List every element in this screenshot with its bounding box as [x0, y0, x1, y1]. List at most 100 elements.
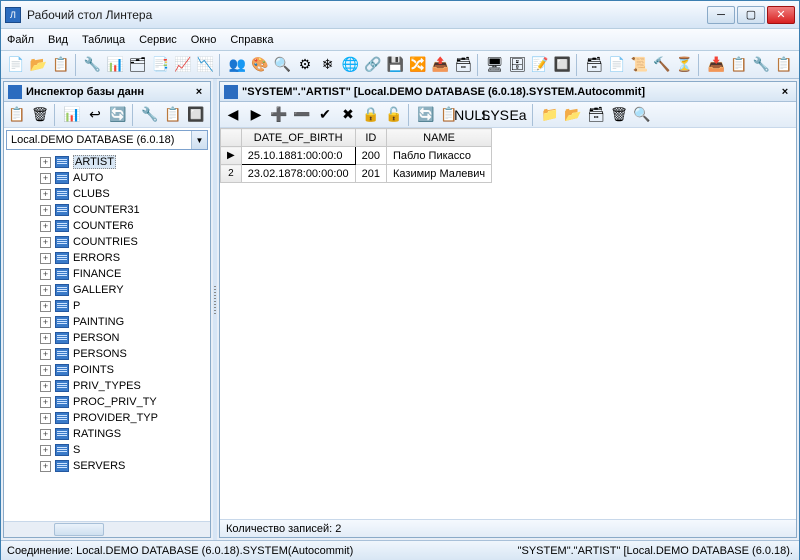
tree-item-servers[interactable]: +SERVERS — [6, 458, 208, 474]
tree-item-points[interactable]: +POINTS — [6, 362, 208, 378]
tree-item-auto[interactable]: +AUTO — [6, 170, 208, 186]
toolbar-button-5[interactable]: 🔧 — [139, 104, 161, 126]
toolbar-button-18[interactable]: 📤 — [430, 54, 452, 76]
toolbar-button-27[interactable]: 🔨 — [651, 54, 673, 76]
toolbar-button-5[interactable]: 🗂 — [127, 54, 149, 76]
toolbar-button-12[interactable]: Ea — [507, 104, 529, 126]
tree-item-provider_typ[interactable]: +PROVIDER_TYP — [6, 410, 208, 426]
toolbar-button-8[interactable]: 📉 — [195, 54, 217, 76]
tree-item-gallery[interactable]: +GALLERY — [6, 282, 208, 298]
toolbar-button-19[interactable]: 🗃 — [452, 54, 474, 76]
close-button[interactable]: ✕ — [767, 6, 795, 24]
tree-item-s[interactable]: +S — [6, 442, 208, 458]
expand-icon[interactable]: + — [40, 365, 51, 376]
expand-icon[interactable]: + — [40, 413, 51, 424]
toolbar-button-7[interactable]: 🔲 — [185, 104, 207, 126]
column-header-date_of_birth[interactable]: DATE_OF_BIRTH — [241, 129, 355, 147]
toolbar-button-0[interactable]: 📋 — [6, 104, 28, 126]
toolbar-button-15[interactable]: 🗃 — [585, 104, 607, 126]
toolbar-button-4[interactable]: ✔ — [314, 104, 336, 126]
menu-вид[interactable]: Вид — [48, 34, 68, 46]
toolbar-button-14[interactable]: 📂 — [562, 104, 584, 126]
toolbar-button-2[interactable]: 📋 — [50, 54, 72, 76]
expand-icon[interactable]: + — [40, 221, 51, 232]
cell[interactable]: 25.10.1881:00:00:0 — [241, 147, 355, 165]
table-tree[interactable]: +ARTIST+AUTO+CLUBS+COUNTER31+COUNTER6+CO… — [4, 152, 210, 521]
toolbar-button-14[interactable]: 🌐 — [339, 54, 361, 76]
toolbar-button-24[interactable]: 🗃 — [583, 54, 605, 76]
tree-item-counter31[interactable]: +COUNTER31 — [6, 202, 208, 218]
menu-таблица[interactable]: Таблица — [82, 34, 125, 46]
expand-icon[interactable]: + — [40, 461, 51, 472]
column-header-name[interactable]: NAME — [387, 129, 492, 147]
toolbar-button-3[interactable]: ↩ — [84, 104, 106, 126]
maximize-button[interactable]: ▢ — [737, 6, 765, 24]
table-row[interactable]: 223.02.1878:00:00:00201Казимир Малевич — [221, 165, 492, 183]
toolbar-button-28[interactable]: ⏳ — [674, 54, 696, 76]
table-row[interactable]: ▶25.10.1881:00:00:0200Пабло Пикассо — [221, 147, 492, 165]
tree-item-artist[interactable]: +ARTIST — [6, 154, 208, 170]
expand-icon[interactable]: + — [40, 333, 51, 344]
tree-item-proc_priv_ty[interactable]: +PROC_PRIV_TY — [6, 394, 208, 410]
expand-icon[interactable]: + — [40, 237, 51, 248]
toolbar-button-29[interactable]: 📥 — [705, 54, 727, 76]
cell[interactable]: 23.02.1878:00:00:00 — [241, 165, 355, 183]
toolbar-button-13[interactable]: ❄ — [317, 54, 339, 76]
column-header-id[interactable]: ID — [355, 129, 386, 147]
toolbar-button-7[interactable]: 📈 — [172, 54, 194, 76]
toolbar-button-6[interactable]: 📋 — [162, 104, 184, 126]
toolbar-button-11[interactable]: 🔍 — [272, 54, 294, 76]
toolbar-button-23[interactable]: 🔲 — [552, 54, 574, 76]
toolbar-button-25[interactable]: 📄 — [606, 54, 628, 76]
expand-icon[interactable]: + — [40, 157, 51, 168]
toolbar-button-12[interactable]: ⚙ — [294, 54, 316, 76]
expand-icon[interactable]: + — [40, 381, 51, 392]
toolbar-button-13[interactable]: 📁 — [539, 104, 561, 126]
toolbar-button-1[interactable]: ▶ — [245, 104, 267, 126]
cell[interactable]: 200 — [355, 147, 386, 165]
tree-item-person[interactable]: +PERSON — [6, 330, 208, 346]
tree-item-p[interactable]: +P — [6, 298, 208, 314]
toolbar-button-16[interactable]: 🗑 — [608, 104, 630, 126]
tree-item-errors[interactable]: +ERRORS — [6, 250, 208, 266]
toolbar-button-7[interactable]: 🔓 — [383, 104, 405, 126]
menu-окно[interactable]: Окно — [191, 34, 217, 46]
expand-icon[interactable]: + — [40, 445, 51, 456]
expand-icon[interactable]: + — [40, 301, 51, 312]
toolbar-button-17[interactable]: 🔀 — [407, 54, 429, 76]
minimize-button[interactable]: ─ — [707, 6, 735, 24]
toolbar-button-8[interactable]: 🔄 — [415, 104, 437, 126]
tree-item-countries[interactable]: +COUNTRIES — [6, 234, 208, 250]
expand-icon[interactable]: + — [40, 285, 51, 296]
toolbar-button-32[interactable]: 📋 — [773, 54, 795, 76]
cell[interactable]: Казимир Малевич — [387, 165, 492, 183]
toolbar-button-2[interactable]: 📊 — [61, 104, 83, 126]
expand-icon[interactable]: + — [40, 317, 51, 328]
editor-close-button[interactable]: × — [778, 86, 792, 98]
tree-item-counter6[interactable]: +COUNTER6 — [6, 218, 208, 234]
expand-icon[interactable]: + — [40, 189, 51, 200]
toolbar-button-4[interactable]: 🔄 — [107, 104, 129, 126]
tree-item-finance[interactable]: +FINANCE — [6, 266, 208, 282]
toolbar-button-2[interactable]: ➕ — [268, 104, 290, 126]
tree-item-clubs[interactable]: +CLUBS — [6, 186, 208, 202]
expand-icon[interactable]: + — [40, 349, 51, 360]
database-combo[interactable]: Local.DEMO DATABASE (6.0.18) ▼ — [6, 130, 208, 150]
toolbar-button-31[interactable]: 🔧 — [751, 54, 773, 76]
toolbar-button-3[interactable]: ➖ — [291, 104, 313, 126]
toolbar-button-6[interactable]: 📑 — [150, 54, 172, 76]
toolbar-button-3[interactable]: 🔧 — [82, 54, 104, 76]
tree-item-ratings[interactable]: +RATINGS — [6, 426, 208, 442]
tree-item-priv_types[interactable]: +PRIV_TYPES — [6, 378, 208, 394]
toolbar-button-5[interactable]: ✖ — [337, 104, 359, 126]
toolbar-button-6[interactable]: 🔒 — [360, 104, 382, 126]
toolbar-button-10[interactable]: NULL — [461, 104, 483, 126]
tree-item-persons[interactable]: +PERSONS — [6, 346, 208, 362]
toolbar-button-30[interactable]: 📋 — [728, 54, 750, 76]
toolbar-button-9[interactable]: 👥 — [226, 54, 248, 76]
toolbar-button-16[interactable]: 💾 — [385, 54, 407, 76]
expand-icon[interactable]: + — [40, 253, 51, 264]
menu-сервис[interactable]: Сервис — [139, 34, 177, 46]
toolbar-button-17[interactable]: 🔍 — [631, 104, 653, 126]
menu-справка[interactable]: Справка — [230, 34, 273, 46]
